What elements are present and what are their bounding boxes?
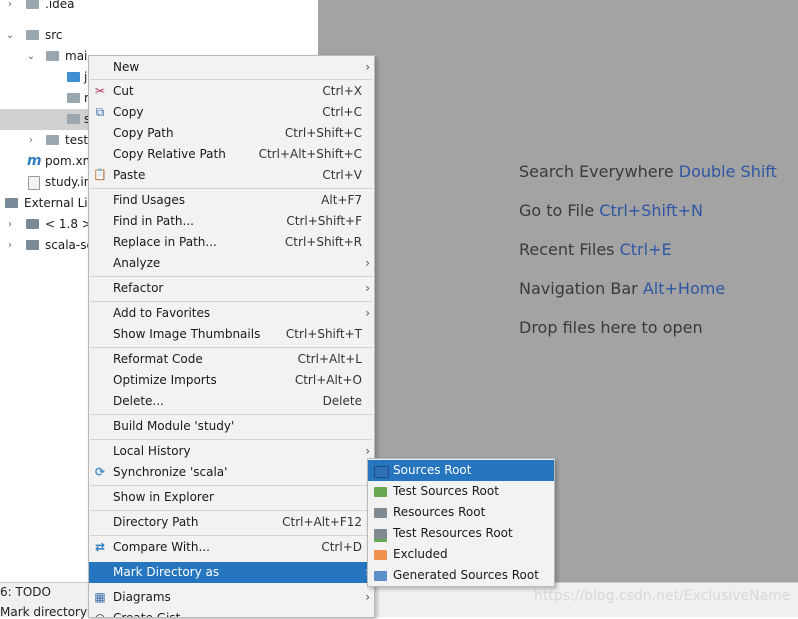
folder-icon: [46, 51, 59, 61]
menu-separator: [90, 414, 373, 415]
submenu-item-test-resources-root[interactable]: Test Resources Root: [368, 523, 554, 544]
menu-item-diagrams[interactable]: ▦ Diagrams ›: [89, 587, 374, 608]
menu-item-delete[interactable]: Delete... Delete: [89, 391, 374, 412]
menu-separator: [90, 485, 373, 486]
submenu-item-resources-root[interactable]: Resources Root: [368, 502, 554, 523]
menu-item-new[interactable]: New ›: [89, 57, 374, 78]
menu-item-create-gist[interactable]: ○ Create Gist...: [89, 608, 374, 618]
resources-folder-icon: [374, 508, 387, 518]
menu-item-cut[interactable]: ✂ Cut Ctrl+X: [89, 81, 374, 102]
menu-item-refactor[interactable]: Refactor ›: [89, 278, 374, 299]
compare-icon: ⇄: [94, 540, 106, 554]
menu-item-mark-directory-as[interactable]: Mark Directory as›: [89, 562, 374, 583]
sources-root-folder-icon: [374, 466, 389, 478]
expand-arrow-icon[interactable]: ›: [26, 130, 36, 151]
library-icon: [26, 240, 39, 250]
menu-item-copy[interactable]: ⧉ Copy Ctrl+C: [89, 102, 374, 123]
hint-drop-files: Drop files here to open: [519, 318, 703, 337]
github-icon: ○: [94, 611, 106, 618]
submenu-arrow-icon: ›: [365, 306, 370, 320]
expand-arrow-icon[interactable]: ›: [5, 235, 15, 256]
submenu-arrow-icon: ›: [365, 590, 370, 604]
hint-navigation-bar: Navigation Bar Alt+Home: [519, 279, 726, 298]
sync-icon: ⟳: [94, 465, 106, 479]
menu-item-add-to-favorites[interactable]: Add to Favorites ›: [89, 303, 374, 324]
copy-icon: ⧉: [95, 105, 105, 119]
menu-item-replace-in-path[interactable]: Replace in Path... Ctrl+Shift+R: [89, 232, 374, 253]
menu-item-optimize-imports[interactable]: Optimize Imports Ctrl+Alt+O: [89, 370, 374, 391]
source-folder-icon: [67, 72, 80, 82]
hint-go-to-file: Go to File Ctrl+Shift+N: [519, 201, 703, 220]
tree-item-label: j: [84, 70, 88, 84]
expand-arrow-icon[interactable]: ⌄: [26, 46, 36, 67]
test-resources-folder-icon: [374, 529, 387, 542]
menu-item-copy-path[interactable]: Copy Path Ctrl+Shift+C: [89, 123, 374, 144]
submenu-item-excluded[interactable]: Excluded: [368, 544, 554, 565]
diagram-icon: ▦: [94, 590, 106, 604]
menu-item-show-in-explorer[interactable]: Show in Explorer: [89, 487, 374, 508]
menu-separator: [90, 535, 373, 536]
menu-separator: [90, 347, 373, 348]
library-icon: [5, 198, 18, 208]
menu-item-find-in-path[interactable]: Find in Path... Ctrl+Shift+F: [89, 211, 374, 232]
expand-arrow-icon[interactable]: ⌄: [5, 25, 15, 46]
submenu-item-test-sources-root[interactable]: Test Sources Root: [368, 481, 554, 502]
generated-sources-folder-icon: [374, 571, 387, 581]
menu-separator: [90, 510, 373, 511]
tree-item-label: mai: [65, 49, 88, 63]
scissors-icon: ✂: [94, 84, 106, 98]
menu-item-directory-path[interactable]: Directory Path Ctrl+Alt+F12: [89, 512, 374, 533]
menu-item-reformat-code[interactable]: Reformat Code Ctrl+Alt+L: [89, 349, 374, 370]
menu-item-find-usages[interactable]: Find Usages Alt+F7: [89, 190, 374, 211]
file-icon: [28, 176, 40, 190]
tree-item-label: < 1.8 >: [45, 217, 92, 231]
hint-recent-files: Recent Files Ctrl+E: [519, 240, 672, 259]
menu-separator: [90, 301, 373, 302]
submenu-item-generated-sources-root[interactable]: Generated Sources Root: [368, 565, 554, 586]
submenu-arrow-icon: ›: [365, 60, 370, 74]
menu-item-show-image-thumbnails[interactable]: Show Image Thumbnails Ctrl+Shift+T: [89, 324, 374, 345]
watermark: https://blog.csdn.net/ExclusiveName: [534, 588, 791, 604]
paste-icon: 📋: [93, 168, 107, 181]
submenu-arrow-icon: ›: [365, 281, 370, 295]
tree-item-label: test: [65, 133, 89, 147]
expand-arrow-icon[interactable]: ›: [5, 0, 15, 15]
expand-arrow-icon[interactable]: ›: [5, 214, 15, 235]
menu-item-paste[interactable]: 📋 Paste Ctrl+V: [89, 165, 374, 186]
folder-icon: [46, 135, 59, 145]
tree-item-label: scala-sc: [45, 238, 94, 252]
mark-directory-submenu: Sources Root Test Sources Root Resources…: [367, 458, 555, 587]
folder-icon: [67, 114, 80, 124]
menu-item-build-module[interactable]: Build Module 'study': [89, 416, 374, 437]
hint-search-everywhere: Search Everywhere Double Shift: [519, 162, 777, 181]
menu-separator: [90, 439, 373, 440]
tree-item-src[interactable]: ⌄ src: [0, 25, 318, 46]
tree-item-label: study.in: [45, 175, 92, 189]
menu-item-copy-relative-path[interactable]: Copy Relative Path Ctrl+Alt+Shift+C: [89, 144, 374, 165]
folder-icon: [26, 30, 39, 40]
test-sources-folder-icon: [374, 487, 387, 497]
submenu-item-sources-root[interactable]: Sources Root: [368, 460, 554, 481]
menu-item-analyze[interactable]: Analyze ›: [89, 253, 374, 274]
menu-item-synchronize[interactable]: ⟳ Synchronize 'scala': [89, 462, 374, 483]
context-menu: New › ✂ Cut Ctrl+X ⧉ Copy Ctrl+C Copy Path C…: [88, 55, 375, 618]
submenu-arrow-icon: ›: [365, 256, 370, 270]
resources-folder-icon: [67, 93, 80, 103]
tree-item-label: src: [45, 28, 63, 42]
excluded-folder-icon: [374, 550, 387, 560]
maven-icon: m: [27, 153, 42, 169]
status-bar-text: Mark directory: [0, 605, 88, 619]
todo-tool-button[interactable]: 6: TODO: [0, 585, 51, 599]
menu-item-local-history[interactable]: Local History ›: [89, 441, 374, 462]
tree-item-idea[interactable]: › .idea: [0, 0, 318, 15]
folder-icon: [26, 0, 39, 9]
tree-item-label: .idea: [45, 0, 75, 11]
tree-item-label: External Lib: [24, 196, 96, 210]
tree-item-label: pom.xm: [45, 154, 95, 168]
menu-separator: [90, 276, 373, 277]
jdk-icon: [26, 219, 39, 229]
menu-separator: [90, 188, 373, 189]
menu-separator: [90, 79, 373, 80]
menu-item-compare-with[interactable]: ⇄ Compare With... Ctrl+D: [89, 537, 374, 558]
